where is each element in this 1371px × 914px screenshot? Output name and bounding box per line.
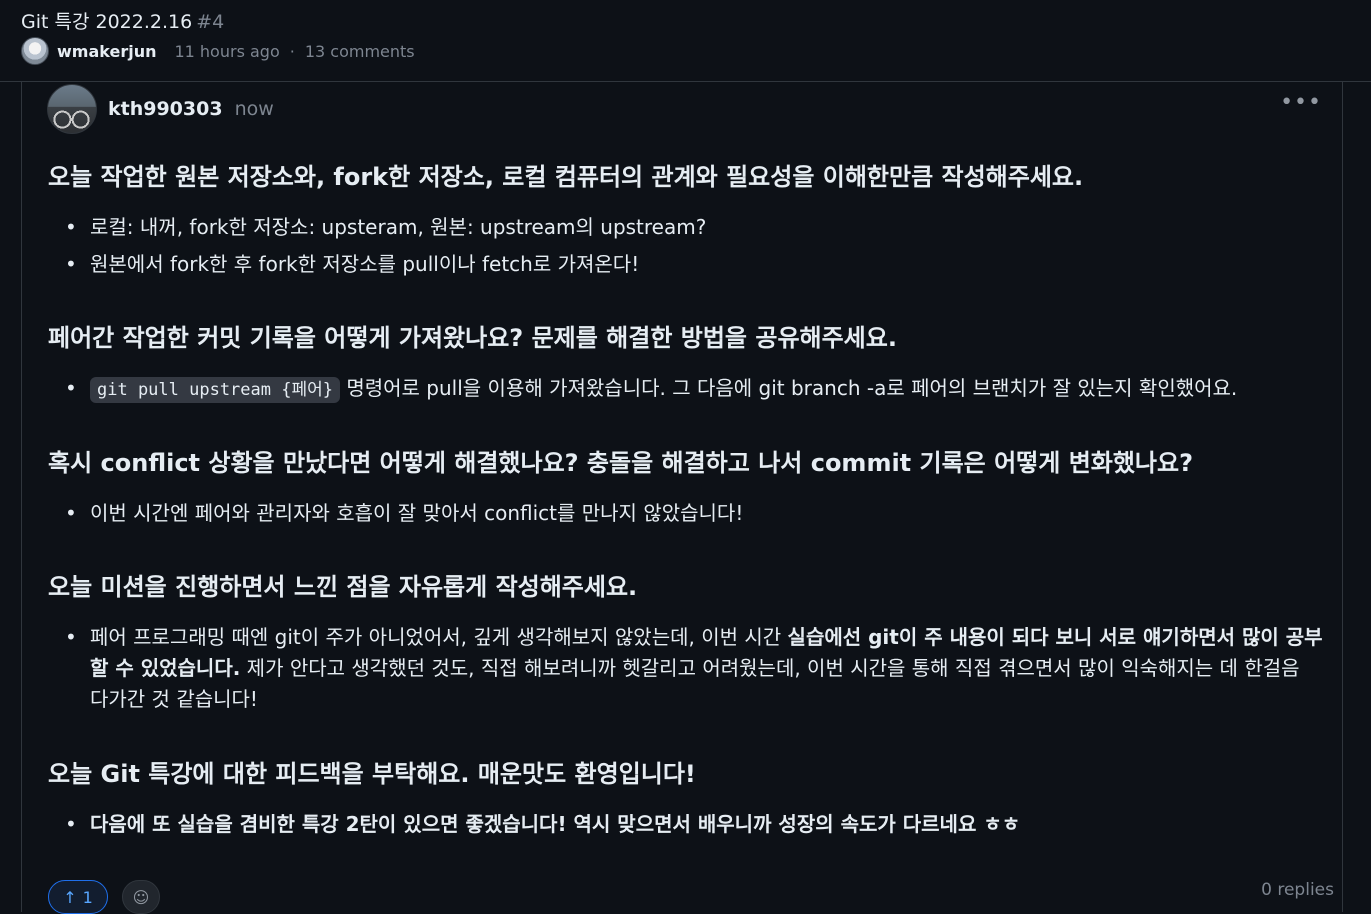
answer-list-3: 이번 시간엔 페어와 관리자와 호흡이 잘 맞아서 conflict를 만나지 … [48, 498, 1323, 535]
list-item: 페어 프로그래밍 때엔 git이 주가 아니었어서, 깊게 생각해보지 않았는데… [48, 622, 1323, 715]
discussion-age: 11 hours ago [174, 41, 280, 61]
list-item-text: 명령어로 pull을 이용해 가져왔습니다. 그 다음에 git branch … [346, 376, 1238, 400]
answer-list-2: git pull upstream {페어} 명령어로 pull을 이용해 가져… [48, 373, 1323, 412]
answer-list-4: 페어 프로그래밍 때엔 git이 주가 아니었어서, 깊게 생각해보지 않았는데… [48, 622, 1323, 721]
question-heading-1: 오늘 작업한 원본 저장소와, fork한 저장소, 로컬 컴퓨터의 관계와 필… [48, 163, 1084, 191]
author-link[interactable]: wmakerjun [57, 42, 156, 61]
discussion-header: Git 특강 2022.2.16 #4 wmakerjun 11 hours ag… [0, 0, 1371, 82]
question-heading-4: 오늘 미션을 진행하면서 느낀 점을 자유롭게 작성해주세요. [48, 573, 638, 601]
discussion-meta: wmakerjun 11 hours ago · 13 comments [21, 36, 415, 66]
kebab-horizontal-icon[interactable]: ••• [1280, 90, 1322, 115]
comment-card: kth990303 now ••• 오늘 작업한 원본 저장소와, fork한 … [21, 82, 1343, 914]
discussion-title: Git 특강 2022.2.16 [21, 11, 193, 33]
comment-header: kth990303 now [47, 83, 274, 135]
replies-count[interactable]: 0 replies [1261, 880, 1334, 900]
arrow-up-icon: ↑ [63, 887, 77, 907]
discussion-title-row: Git 특강 2022.2.16 #4 [21, 7, 224, 34]
answer-list-5: 다음에 또 실습을 겸비한 특강 2탄이 있으면 좋겠습니다! 역시 맞으면서 … [48, 809, 1323, 846]
answer-list-1: 로컬: 내꺼, fork한 저장소: upsteram, 원본: upstrea… [48, 212, 1323, 286]
upvote-count: 1 [82, 887, 93, 907]
question-heading-5: 오늘 Git 특강에 대한 피드백을 부탁해요. 매운맛도 환영입니다! [48, 760, 696, 788]
question-heading-3: 혹시 conflict 상황을 만났다면 어떻게 해결했나요? 충돌을 해결하고… [48, 449, 1194, 477]
commenter-avatar[interactable] [47, 84, 97, 134]
commenter-login[interactable]: kth990303 [108, 98, 223, 120]
reactions-bar: ↑ 1 ☺ [48, 880, 160, 914]
list-item-text: 페어 프로그래밍 때엔 git이 주가 아니었어서, 깊게 생각해보지 않았는데… [90, 625, 788, 649]
upvote-button[interactable]: ↑ 1 [48, 880, 108, 914]
separator: · [289, 41, 295, 61]
list-item: 다음에 또 실습을 겸비한 특강 2탄이 있으면 좋겠습니다! 역시 맞으면서 … [48, 809, 1323, 840]
list-item-text-rest: 제가 안다고 생각했던 것도, 직접 해보려니까 헷갈리고 어려웠는데, 이번 … [90, 656, 1300, 711]
list-item: 이번 시간엔 페어와 관리자와 호흡이 잘 맞아서 conflict를 만나지 … [48, 498, 1323, 529]
comment-count: 13 comments [304, 41, 415, 61]
list-item: 원본에서 fork한 후 fork한 저장소를 pull이나 fetch로 가져… [48, 249, 1323, 280]
inline-code: git pull upstream {페어} [90, 377, 340, 403]
add-reaction-button[interactable]: ☺ [122, 880, 160, 914]
smiley-icon: ☺ [132, 887, 150, 907]
list-item-bold: 다음에 또 실습을 겸비한 특강 2탄이 있으면 좋겠습니다! 역시 맞으면서 … [90, 812, 1021, 836]
author-avatar[interactable] [21, 37, 49, 65]
discussion-number: #4 [196, 11, 225, 33]
list-item: git pull upstream {페어} 명령어로 pull을 이용해 가져… [48, 373, 1323, 406]
comment-time[interactable]: now [235, 98, 274, 120]
question-heading-2: 페어간 작업한 커밋 기록을 어떻게 가져왔나요? 문제를 해결한 방법을 공유… [48, 324, 897, 352]
list-item: 로컬: 내꺼, fork한 저장소: upsteram, 원본: upstrea… [48, 212, 1323, 243]
